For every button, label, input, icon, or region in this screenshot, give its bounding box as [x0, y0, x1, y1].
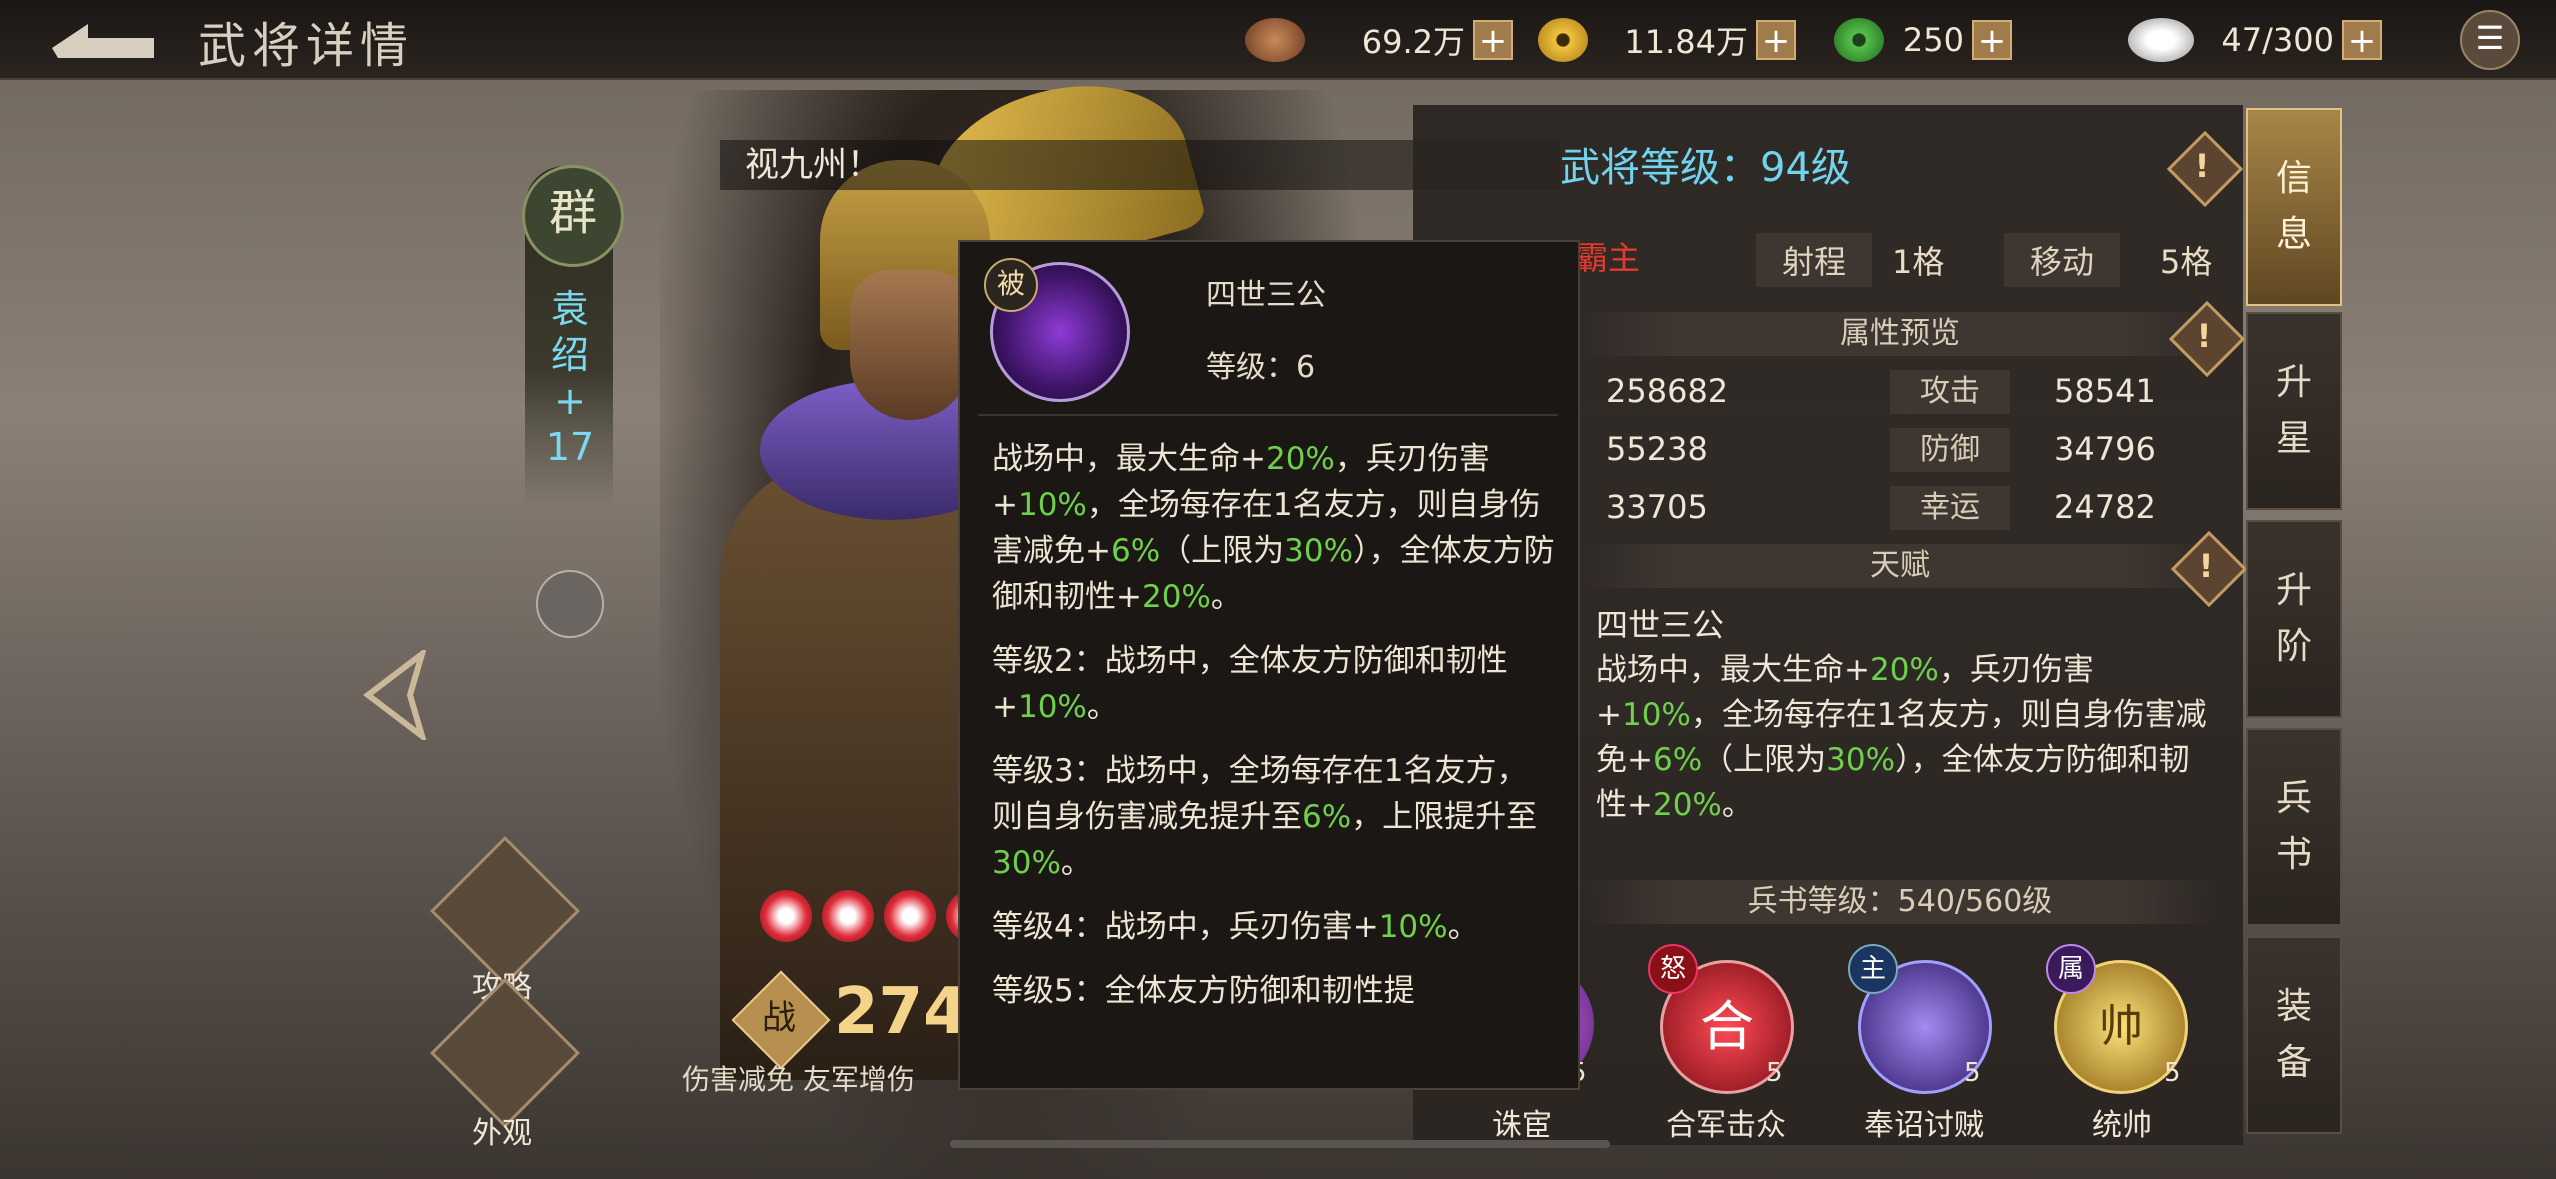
resource-stamina: 47/300 +	[2128, 18, 2382, 62]
voice-icon[interactable]	[536, 570, 604, 638]
star-icon	[760, 890, 812, 942]
tooltip-skill-level: 等级：6	[1206, 350, 1316, 385]
combat-power: 274	[834, 975, 968, 1049]
hero-face	[850, 270, 970, 420]
tooltip-paragraph: 战场中，最大生命+20%，兵刃伤害+10%，全场每存在1名友方，则自身伤害减免+…	[992, 441, 1555, 615]
scroll-indicator[interactable]	[950, 1140, 1610, 1148]
page-title: 武将详情	[198, 18, 415, 74]
tab-war-book[interactable]: 兵书	[2246, 728, 2342, 926]
passive-badge: 被	[984, 258, 1038, 312]
move-label: 移动	[2004, 233, 2121, 287]
hero-quote: 视九州！	[745, 145, 881, 185]
resource-coins: 69.2万 +	[1245, 18, 1513, 62]
tooltip-paragraph: 等级4：战场中，兵刃伤害+10%。	[992, 909, 1479, 945]
menu-icon[interactable]: ☰	[2460, 10, 2520, 70]
talent-description: 战场中，最大生命+20%，兵刃伤害+10%，全场每存在1名友方，则自身伤害减免+…	[1596, 652, 2207, 823]
power-badge-label: 战	[762, 998, 796, 1038]
range-label: 射程	[1756, 233, 1873, 287]
gold-coin-icon	[1538, 18, 1588, 62]
gold-value: 11.84万	[1624, 23, 1748, 61]
faction-badge: 群	[522, 165, 624, 267]
stamina-value: 47/300	[2221, 21, 2334, 59]
defense-label: 防御	[1890, 428, 2010, 472]
tooltip-paragraph: 等级2：战场中，全体友方防御和韧性+10%。	[992, 643, 1508, 725]
back-arrow-icon[interactable]	[48, 18, 158, 64]
talent-section-head: 天赋	[1580, 544, 2220, 588]
skill-badge-attr: 属	[2046, 944, 2096, 994]
resource-jade: 250 +	[1834, 18, 2012, 62]
attr-info-icon-label[interactable]: !	[2180, 312, 2228, 360]
coins-value: 69.2万	[1361, 23, 1465, 61]
tooltip-description: 战场中，最大生命+20%，兵刃伤害+10%，全场每存在1名友方，则自身伤害减免+…	[992, 436, 1558, 1076]
jade-icon	[1834, 18, 1884, 62]
skill-name[interactable]: 诛宦	[1422, 1100, 1622, 1144]
skill-level: 5	[1766, 1058, 1783, 1088]
skill-name[interactable]: 奉诏讨贼	[1824, 1100, 2024, 1144]
resource-gold: 11.84万 +	[1538, 18, 1796, 62]
star-icon	[884, 890, 936, 942]
stat-third: 33705	[1606, 488, 1708, 526]
tooltip-skill-name: 四世三公	[1206, 278, 1326, 313]
tooltip-divider	[978, 414, 1558, 416]
star-icon	[822, 890, 874, 942]
add-coins-button[interactable]: +	[1473, 20, 1513, 60]
skill-level: 5	[1964, 1058, 1981, 1088]
power-description: 伤害减免 友军增伤	[682, 1063, 915, 1096]
info-icon-label[interactable]: !	[2178, 142, 2226, 190]
add-gold-button[interactable]: +	[1756, 20, 1796, 60]
hero-title: 霸主	[1576, 239, 1641, 277]
tab-equipment[interactable]: 装备	[2246, 936, 2342, 1134]
luck-label: 幸运	[1890, 486, 2010, 530]
prev-hero-arrow-icon[interactable]	[362, 650, 432, 740]
skill-badge-rage: 怒	[1648, 944, 1698, 994]
tab-star-up[interactable]: 升星	[2246, 312, 2342, 510]
move-value: 5格	[2160, 243, 2213, 281]
add-jade-button[interactable]: +	[1972, 20, 2012, 60]
tooltip-paragraph: 等级3：战场中，全场每存在1名友方，则自身伤害减免提升至6%，上限提升至30%。	[992, 753, 1538, 881]
hero-name: 袁 绍 + 17	[545, 287, 595, 469]
luck-value: 24782	[2054, 488, 2156, 526]
attr-section-head: 属性预览	[1580, 312, 2220, 356]
skill-level: 5	[2164, 1058, 2181, 1088]
coins-icon	[1245, 18, 1305, 62]
attack-value: 58541	[2054, 372, 2156, 410]
attack-label: 攻击	[1890, 370, 2010, 414]
talent-name: 四世三公	[1596, 606, 1725, 644]
hero-level: 武将等级：94级	[1560, 145, 1851, 191]
tooltip-paragraph: 等级5：全体友方防御和韧性提	[992, 973, 1415, 1009]
range-value: 1格	[1892, 243, 1945, 281]
book-level: 兵书等级：540/560级	[1580, 880, 2220, 924]
stat-hp: 258682	[1606, 372, 1729, 410]
tab-info[interactable]: 信息	[2246, 108, 2342, 306]
stat-def2: 55238	[1606, 430, 1708, 468]
tab-rank-up[interactable]: 升阶	[2246, 520, 2342, 718]
add-stamina-button[interactable]: +	[2342, 20, 2382, 60]
appearance-label[interactable]: 外观	[442, 1108, 562, 1152]
defense-value: 34796	[2054, 430, 2156, 468]
jade-value: 250	[1902, 21, 1964, 59]
stamina-icon	[2128, 18, 2194, 62]
skill-badge-main: 主	[1848, 944, 1898, 994]
skill-name[interactable]: 合军击众	[1626, 1100, 1826, 1144]
talent-info-icon-label[interactable]: !	[2182, 542, 2230, 590]
skill-name[interactable]: 统帅	[2022, 1100, 2222, 1144]
